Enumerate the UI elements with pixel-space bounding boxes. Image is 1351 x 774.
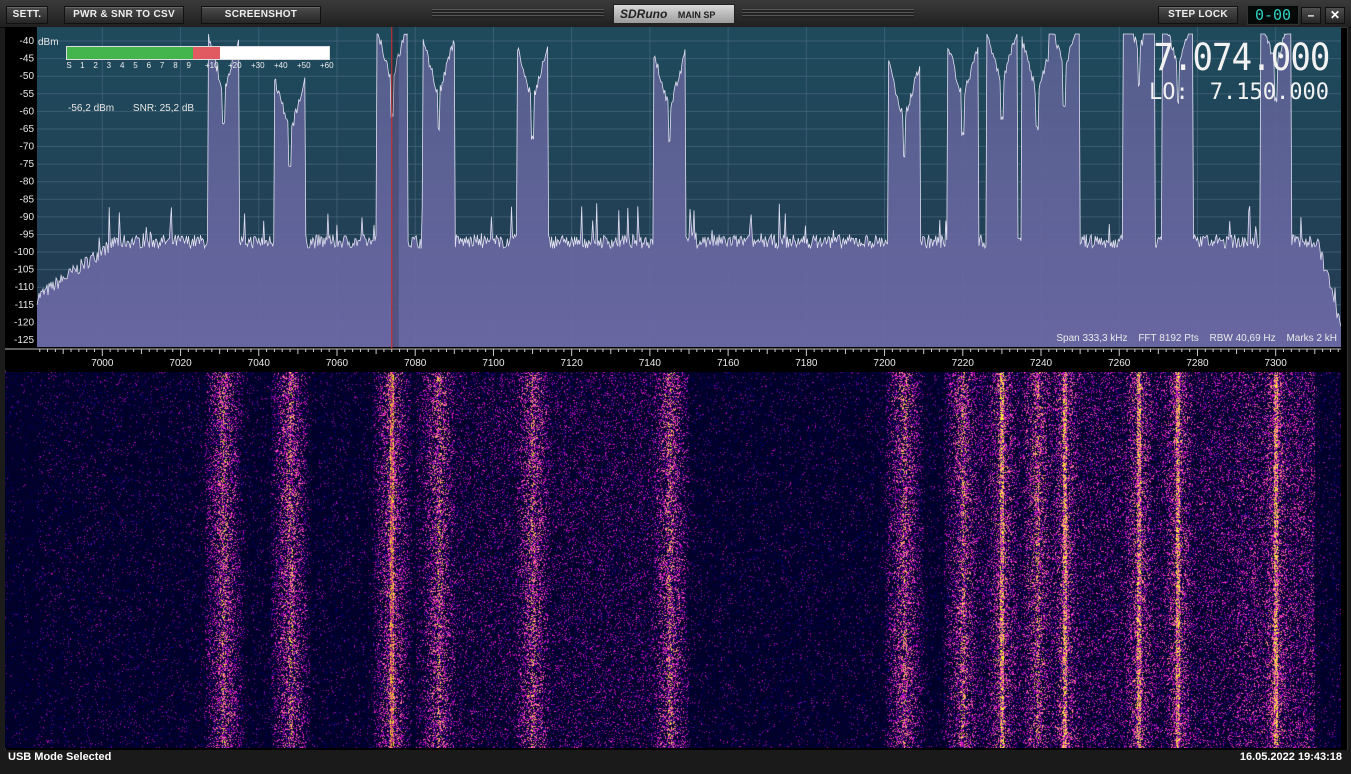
y-tick-label: -90 (20, 212, 35, 223)
lo-label: LO: (1149, 80, 1189, 105)
power-readout: -56,2 dBm (68, 103, 115, 114)
drag-grip-right[interactable] (742, 9, 914, 18)
filter-passband (391, 27, 399, 347)
y-tick-label: -95 (20, 229, 35, 240)
rbw-info: RBW 40,69 Hz (1209, 333, 1276, 344)
x-tick-label: 7260 (1108, 358, 1131, 369)
x-tick-label: 7160 (717, 358, 740, 369)
y-tick-label: -50 (20, 71, 35, 82)
x-tick-label: 7140 (639, 358, 662, 369)
s-meter-over-fill (192, 47, 220, 59)
waterfall-panel[interactable] (5, 372, 1341, 748)
x-tick-label: 7100 (482, 358, 505, 369)
s-meter-tick: 6 (146, 61, 152, 70)
lo-frequency[interactable]: 7.150.000 (1210, 80, 1329, 105)
dbm-unit-label: dBm (38, 37, 59, 48)
s-meter-tick: 8 (173, 61, 178, 70)
s-meter-tick: 1 (80, 61, 85, 70)
x-tick-label: 7000 (91, 358, 114, 369)
x-tick-label: 7200 (873, 358, 896, 369)
signal-readout: -56,2 dBm SNR: 25,2 dB (68, 103, 210, 114)
logo-subtitle: MAIN SP (677, 10, 716, 20)
spectrum-panel[interactable]: -40 -45 -50 -55 -60 -65 -70 -75 -80 -85 -90 -95 -100… (5, 27, 1341, 370)
s-meter-tick: S (66, 61, 72, 70)
s-meter-tick: 5 (133, 61, 138, 70)
step-lock-button[interactable]: STEP LOCK (1158, 6, 1238, 24)
fft-info: Span 333,3 kHz FFT 8192 Pts RBW 40,69 Hz… (1048, 333, 1337, 344)
s-meter-tick: +60 (319, 61, 334, 70)
minimize-icon[interactable]: – (1301, 7, 1321, 24)
s-meter-tick: +30 (250, 61, 265, 70)
s-meter-tick: +50 (296, 61, 311, 70)
y-tick-label: -100 (14, 247, 34, 258)
y-tick-label: -60 (20, 106, 35, 117)
led-display: 0-00 (1247, 5, 1299, 25)
settings-button[interactable]: SETT. (6, 6, 48, 24)
x-tick-label: 7060 (326, 358, 349, 369)
s-meter (66, 46, 330, 60)
x-tick-label: 7180 (795, 358, 818, 369)
y-tick-label: -110 (15, 282, 35, 293)
s-meter-tick: 2 (93, 61, 98, 70)
y-tick-label: -115 (15, 300, 35, 311)
x-tick-label: 7300 (1265, 358, 1288, 369)
x-tick-label: 7280 (1186, 358, 1209, 369)
x-tick-label: 7120 (561, 358, 584, 369)
x-tick-label: 7020 (169, 358, 192, 369)
s-meter-tick: +20 (227, 61, 242, 70)
top-toolbar: SETT. PWR & SNR TO CSV SCREENSHOT SDRuno… (0, 0, 1351, 28)
y-tick-label: -40 (20, 36, 35, 47)
close-icon[interactable]: ✕ (1325, 7, 1345, 24)
y-tick-label: -75 (20, 159, 35, 170)
y-tick-label: -105 (14, 265, 34, 276)
status-bar: USB Mode Selected 16.05.2022 19:43:18 (0, 750, 1351, 774)
s-meter-tick: 7 (159, 61, 165, 70)
s-meter-tick: +40 (273, 61, 288, 70)
y-tick-label: -85 (20, 194, 35, 205)
s-meter-tick: +10 (204, 61, 219, 70)
fft-size-info: FFT 8192 Pts (1138, 333, 1199, 344)
s-meter-tick: 3 (106, 61, 112, 70)
s-meter-s9-fill (67, 47, 193, 59)
vfo-frequency[interactable]: 7.074.000 (1153, 36, 1330, 79)
y-tick-label: -65 (20, 124, 35, 135)
x-tick-label: 7080 (404, 358, 427, 369)
sdruno-logo: SDRuno MAIN SP (613, 4, 735, 24)
pwr-snr-csv-button[interactable]: PWR & SNR TO CSV (64, 6, 184, 24)
span-info: Span 333,3 kHz (1056, 333, 1128, 344)
mode-status: USB Mode Selected (8, 751, 112, 763)
s-meter-tick: 4 (119, 61, 125, 70)
screenshot-button[interactable]: SCREENSHOT (201, 6, 321, 24)
y-tick-label: -55 (20, 89, 35, 100)
y-tick-label: -80 (20, 177, 35, 188)
y-tick-label: -120 (14, 317, 34, 328)
s-meter-scale: S 1 2 3 4 5 6 7 8 9 +10 +20 +30 +40 +50 +60 (66, 61, 334, 71)
x-tick-label: 7220 (952, 358, 975, 369)
s-meter-tick: 9 (186, 61, 191, 70)
x-tick-label: 7040 (248, 358, 271, 369)
marks-info: Marks 2 kH (1286, 333, 1337, 344)
y-tick-label: -45 (20, 54, 35, 65)
y-tick-label: -70 (20, 142, 35, 153)
y-tick-label: -125 (14, 335, 34, 346)
x-tick-label: 7240 (1030, 358, 1053, 369)
logo-brand: SDRuno (620, 7, 668, 21)
datetime-status: 16.05.2022 19:43:18 (1239, 751, 1342, 763)
drag-grip-left[interactable] (432, 9, 604, 18)
snr-readout: SNR: 25,2 dB (132, 103, 195, 114)
